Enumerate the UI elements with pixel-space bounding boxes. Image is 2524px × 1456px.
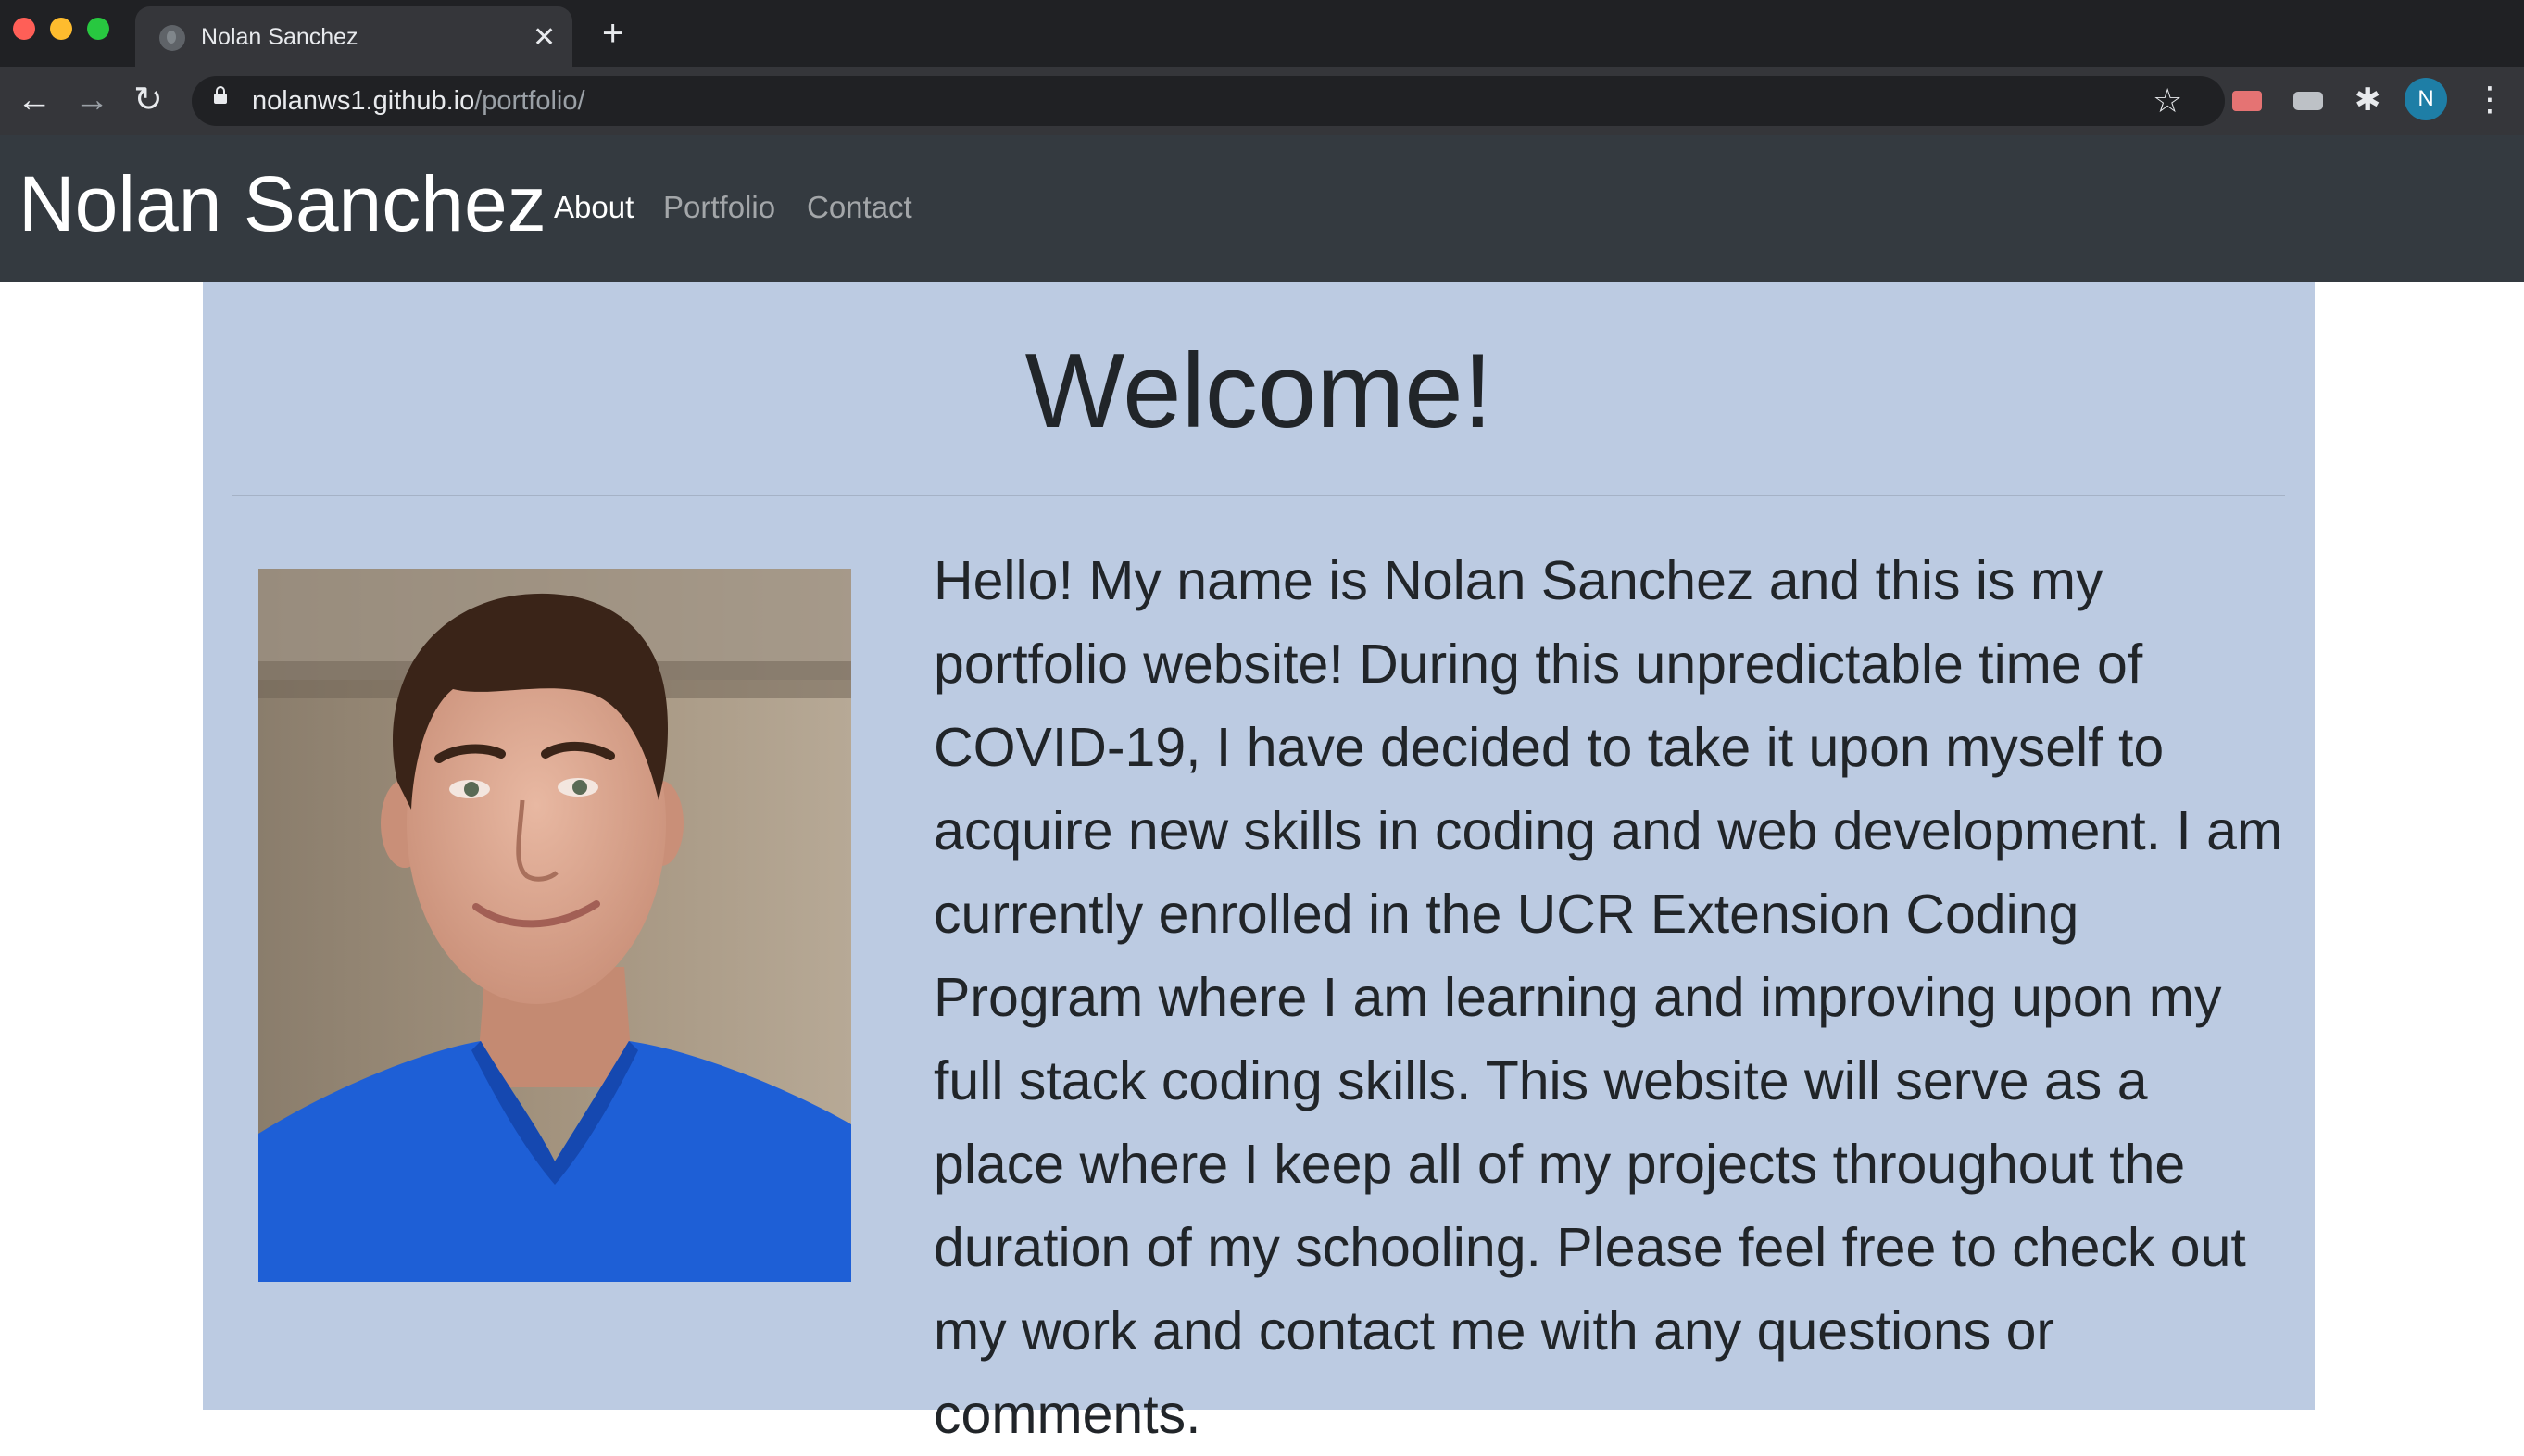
gamepad-extension-icon[interactable]: [2293, 92, 2323, 110]
forward-icon[interactable]: →: [74, 82, 109, 119]
url-path: /portfolio/: [474, 86, 585, 116]
minimize-window-button[interactable]: [50, 18, 72, 40]
globe-icon: [159, 25, 185, 51]
site-navbar: Nolan Sanchez About Portfolio Contact: [0, 135, 2524, 282]
nav-link-about[interactable]: About: [554, 189, 634, 226]
url-host: nolanws1.github.io: [252, 86, 475, 116]
maximize-window-button[interactable]: [87, 18, 109, 40]
page-title: Welcome!: [1024, 333, 1493, 450]
browser-tabstrip: Nolan Sanchez ✕ +: [0, 0, 2524, 67]
close-window-button[interactable]: [13, 18, 35, 40]
tab-title: Nolan Sanchez: [201, 24, 358, 50]
new-tab-icon[interactable]: +: [602, 13, 623, 54]
extensions-puzzle-icon[interactable]: ✱: [2354, 82, 2381, 119]
browser-tab[interactable]: Nolan Sanchez ✕: [135, 6, 572, 67]
welcome-jumbotron: Welcome! Hello! My name is Nolan Sanchez…: [203, 282, 2315, 1445]
browser-toolbar: ← → ↻ nolanws1.github.io/portfolio/ ☆ ✱ …: [0, 67, 2524, 135]
nav-link-contact[interactable]: Contact: [807, 189, 912, 226]
site-brand[interactable]: Nolan Sanchez: [19, 157, 546, 250]
back-icon[interactable]: ←: [17, 82, 52, 119]
divider: [232, 495, 2285, 496]
profile-avatar[interactable]: N: [2405, 78, 2447, 120]
record-extension-icon[interactable]: [2232, 91, 2262, 111]
lock-icon[interactable]: [214, 86, 227, 104]
bookmark-star-icon[interactable]: ☆: [2153, 81, 2182, 121]
reload-icon[interactable]: ↻: [133, 82, 163, 119]
url-text[interactable]: nolanws1.github.io/portfolio/: [252, 86, 585, 117]
bio-paragraph: Hello! My name is Nolan Sanchez and this…: [934, 550, 2283, 1445]
profile-photo: [258, 569, 851, 1282]
browser-menu-icon[interactable]: ⋮: [2473, 78, 2506, 120]
address-bar[interactable]: nolanws1.github.io/portfolio/ ☆: [192, 76, 2225, 126]
nav-link-portfolio[interactable]: Portfolio: [663, 189, 775, 226]
close-tab-icon[interactable]: ✕: [533, 19, 556, 56]
